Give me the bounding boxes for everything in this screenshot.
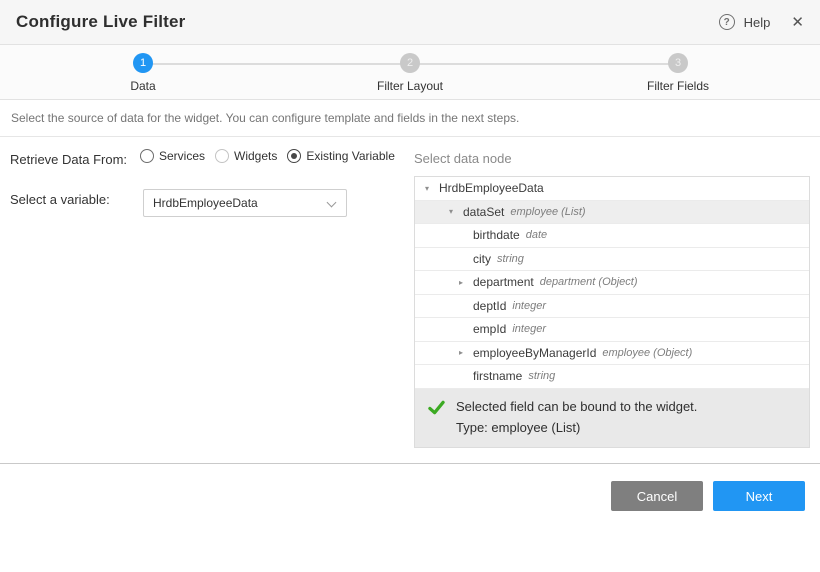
radio-services[interactable]: Services [140, 149, 205, 163]
tree-node-birthdate[interactable]: birthdate date [415, 224, 809, 248]
variable-select[interactable]: HrdbEmployeeData [143, 189, 347, 217]
tree-node-employeebymanagerid[interactable]: ▸ employeeByManagerId employee (Object) [415, 342, 809, 366]
step-data[interactable]: 1 Data [73, 53, 213, 93]
step-3-label: Filter Fields [608, 79, 748, 93]
step-filter-fields[interactable]: 3 Filter Fields [608, 53, 748, 93]
radio-widgets-circle-icon [215, 149, 229, 163]
tree-node-deptid[interactable]: deptId integer [415, 295, 809, 319]
tree-node-firstname[interactable]: firstname string [415, 365, 809, 389]
footer-buttons: Cancel Next [611, 481, 805, 511]
chevron-down-icon [327, 198, 337, 208]
step-filter-layout[interactable]: 2 Filter Layout [340, 53, 480, 93]
select-data-node-title: Select data node [414, 151, 512, 166]
check-icon [428, 399, 445, 421]
titlebar: Configure Live Filter ? Help ✕ [0, 0, 820, 45]
binding-status-text: Selected field can be bound to the widge… [456, 396, 697, 438]
data-node-tree: ▾ HrdbEmployeeData ▾ dataSet employee (L… [414, 176, 810, 448]
radio-services-circle-icon [140, 149, 154, 163]
data-source-radio-group: Services Widgets Existing Variable [140, 149, 395, 163]
titlebar-actions: ? Help ✕ [719, 14, 804, 30]
step-wizard: 1 Data 2 Filter Layout 3 Filter Fields [0, 45, 820, 100]
chevron-down-icon[interactable]: ▾ [423, 184, 439, 193]
configure-live-filter-dialog: Configure Live Filter ? Help ✕ 1 Data 2 … [0, 0, 820, 572]
instruction-text: Select the source of data for the widget… [0, 101, 820, 137]
radio-widgets-label: Widgets [234, 149, 277, 163]
variable-select-value: HrdbEmployeeData [153, 196, 258, 210]
retrieve-data-from-label: Retrieve Data From: [10, 152, 127, 167]
binding-status-box: Selected field can be bound to the widge… [415, 389, 809, 447]
tree-node-city[interactable]: city string [415, 248, 809, 272]
step-3-circle: 3 [668, 53, 688, 73]
tree-node-empid[interactable]: empId integer [415, 318, 809, 342]
step-1-label: Data [73, 79, 213, 93]
next-button[interactable]: Next [713, 481, 805, 511]
radio-widgets[interactable]: Widgets [215, 149, 277, 163]
footer-divider [0, 463, 820, 464]
tree-node-hrdbemployeedata[interactable]: ▾ HrdbEmployeeData [415, 177, 809, 201]
select-variable-label: Select a variable: [10, 192, 110, 207]
cancel-button[interactable]: Cancel [611, 481, 703, 511]
radio-existing-variable-label: Existing Variable [306, 149, 395, 163]
binding-status-line1: Selected field can be bound to the widge… [456, 396, 697, 417]
binding-status-line2: Type: employee (List) [456, 417, 697, 438]
help-icon[interactable]: ? [719, 14, 735, 30]
radio-existing-variable[interactable]: Existing Variable [287, 149, 395, 163]
radio-existing-variable-circle-icon [287, 149, 301, 163]
step-2-label: Filter Layout [340, 79, 480, 93]
close-icon[interactable]: ✕ [791, 15, 804, 30]
help-link[interactable]: Help [744, 15, 771, 30]
radio-services-label: Services [159, 149, 205, 163]
chevron-right-icon[interactable]: ▸ [457, 278, 473, 287]
tree-node-department[interactable]: ▸ department department (Object) [415, 271, 809, 295]
page-title: Configure Live Filter [16, 12, 186, 32]
step-1-circle: 1 [133, 53, 153, 73]
chevron-right-icon[interactable]: ▸ [457, 348, 473, 357]
tree-node-dataset[interactable]: ▾ dataSet employee (List) [415, 201, 809, 225]
step-2-circle: 2 [400, 53, 420, 73]
chevron-down-icon[interactable]: ▾ [447, 207, 463, 216]
